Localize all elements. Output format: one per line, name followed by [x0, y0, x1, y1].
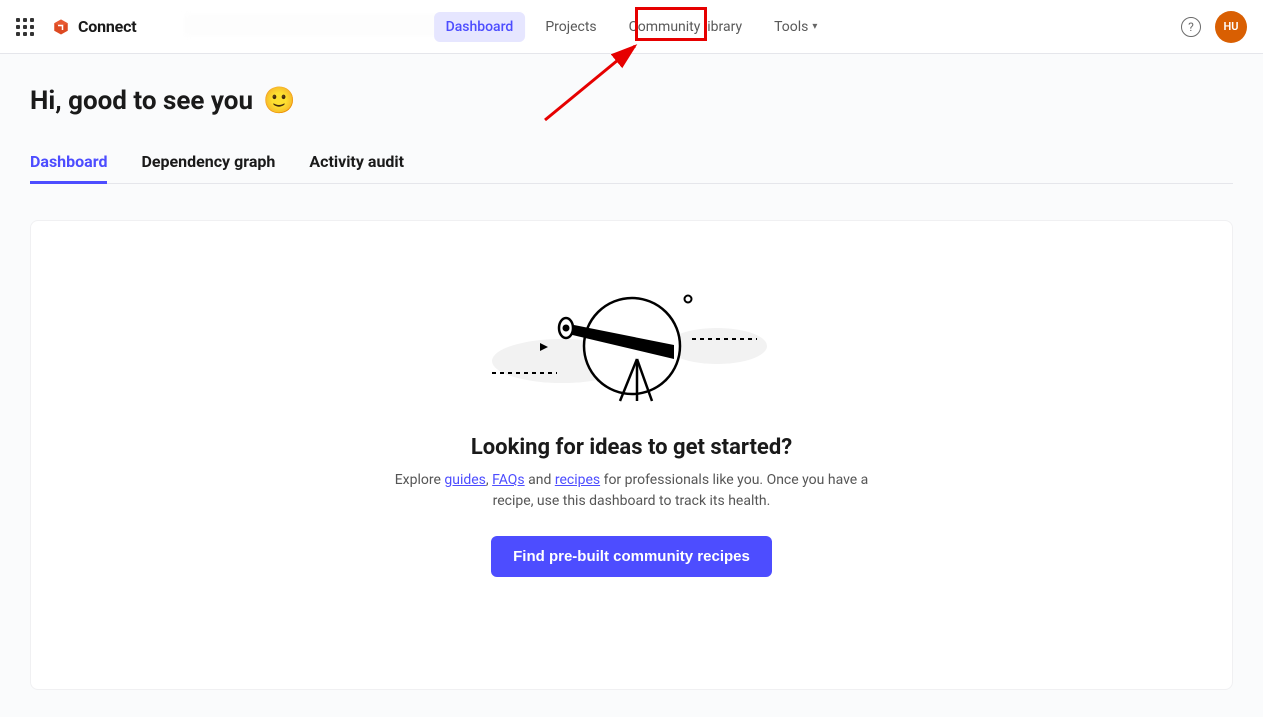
help-icon[interactable]: ? [1181, 17, 1201, 37]
brand[interactable]: Connect [52, 17, 136, 36]
page-greeting: Hi, good to see you 🙂 [30, 86, 1233, 116]
nav-tools[interactable]: Tools ▾ [762, 12, 829, 42]
tab-activity-audit[interactable]: Activity audit [309, 152, 404, 184]
connect-logo-icon [52, 18, 70, 36]
top-nav: Dashboard Projects Community library Too… [434, 12, 830, 42]
empty-state-card: Looking for ideas to get started? Explor… [30, 220, 1233, 690]
greeting-emoji: 🙂 [263, 86, 295, 116]
telescope-illustration [482, 281, 782, 411]
empty-state-subtitle: Explore guides, FAQs and recipes for pro… [377, 470, 887, 512]
link-faqs[interactable]: FAQs [492, 472, 525, 488]
greeting-text: Hi, good to see you [30, 86, 253, 116]
avatar[interactable]: HU [1215, 11, 1247, 43]
link-recipes[interactable]: recipes [555, 472, 600, 488]
page-tabs: Dashboard Dependency graph Activity audi… [30, 152, 1233, 184]
nav-projects[interactable]: Projects [533, 12, 608, 42]
find-recipes-button[interactable]: Find pre-built community recipes [491, 536, 772, 577]
empty-state-title: Looking for ideas to get started? [471, 435, 792, 460]
link-guides[interactable]: guides [444, 472, 486, 488]
nav-tools-label: Tools [774, 19, 808, 35]
brand-name: Connect [78, 17, 136, 36]
tab-dependency-graph[interactable]: Dependency graph [141, 152, 275, 184]
nav-community-library[interactable]: Community library [617, 12, 754, 42]
chevron-down-icon: ▾ [812, 21, 817, 32]
nav-dashboard[interactable]: Dashboard [434, 12, 526, 42]
apps-menu-icon[interactable] [16, 18, 34, 36]
tab-dashboard[interactable]: Dashboard [30, 152, 107, 184]
